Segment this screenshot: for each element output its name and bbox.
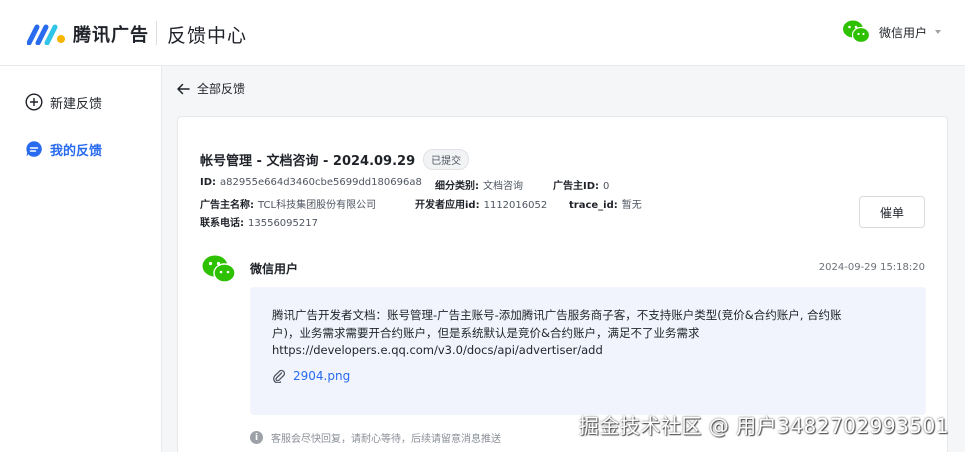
sidebar-item-label: 新建反馈 [50,96,103,112]
plus-circle-icon [25,93,43,111]
message-timestamp: 2024-09-29 15:18:20 [818,262,925,273]
attachment-filename: 2904.png [293,369,351,383]
arrow-left-icon [177,83,190,94]
attachment-link[interactable]: 2904.png [272,369,350,383]
status-badge: 已提交 [423,149,470,170]
header-divider [156,21,157,45]
sidebar: 新建反馈 我的反馈 [0,66,162,452]
user-name: 微信用户 [878,25,927,40]
page-title: 反馈中心 [167,25,248,47]
sidebar-item-my-feedback[interactable]: 我的反馈 [25,139,102,159]
brand-name: 腾讯广告 [73,25,149,46]
sidebar-item-label: 我的反馈 [50,143,103,159]
watermark: 掘金技术社区 @ 用户3482702993501 [578,414,949,438]
field-advertiser-id: 广告主ID: 0 [553,181,610,192]
top-bar: 腾讯广告 反馈中心 微信用户 [0,0,965,66]
sidebar-item-new-feedback[interactable]: 新建反馈 [25,92,102,112]
chevron-down-icon [935,30,941,34]
field-advertiser-name: 广告主名称: TCL科技集团股份有限公司 [200,200,377,211]
wechat-avatar-icon [202,255,236,283]
back-label: 全部反馈 [197,82,246,96]
field-phone: 联系电话: 13556095217 [200,218,318,229]
field-id: ID: a82955e664d3460cbe5699dd180696a8 [200,177,422,188]
reply-notice: i 客服会尽快回复，请耐心等待，后续请留意消息推送 [250,430,501,445]
urge-button[interactable]: 催单 [859,196,925,228]
message-author: 微信用户 [250,262,299,276]
wechat-avatar-icon [842,20,870,44]
user-menu[interactable]: 微信用户 [842,18,941,46]
chat-bubble-icon [26,141,42,157]
message-text-line: 户)，业务需求需要开合约账户，但是系统默认是竞价&合约账户，满足不了业务需求 [272,326,700,340]
back-to-all-feedback[interactable]: 全部反馈 [176,80,245,97]
field-dev-app-id: 开发者应用id: 1112016052 [415,200,548,211]
field-category: 细分类别: 文档咨询 [435,181,523,192]
notice-text: 客服会尽快回复，请耐心等待，后续请留意消息推送 [271,434,501,445]
message-link[interactable]: https://developers.e.qq.com/v3.0/docs/ap… [272,343,603,357]
ticket-card: 帐号管理 - 文档咨询 - 2024.09.29 已提交 ID: a82955e6… [177,116,948,452]
info-icon: i [250,431,263,444]
tencent-ads-logo[interactable] [27,21,67,45]
paperclip-icon [273,369,286,383]
field-trace-id: trace_id: 暂无 [569,200,642,211]
message-text-line: 腾讯广告开发者文档：账号管理-广告主账号-添加腾讯广告服务商子客，不支持账户类型… [272,308,842,322]
ticket-title: 帐号管理 - 文档咨询 - 2024.09.29 [200,154,416,169]
ticket-title-row: 帐号管理 - 文档咨询 - 2024.09.29 已提交 [200,149,470,170]
message-bubble: 腾讯广告开发者文档：账号管理-广告主账号-添加腾讯广告服务商子客，不支持账户类型… [250,287,926,415]
